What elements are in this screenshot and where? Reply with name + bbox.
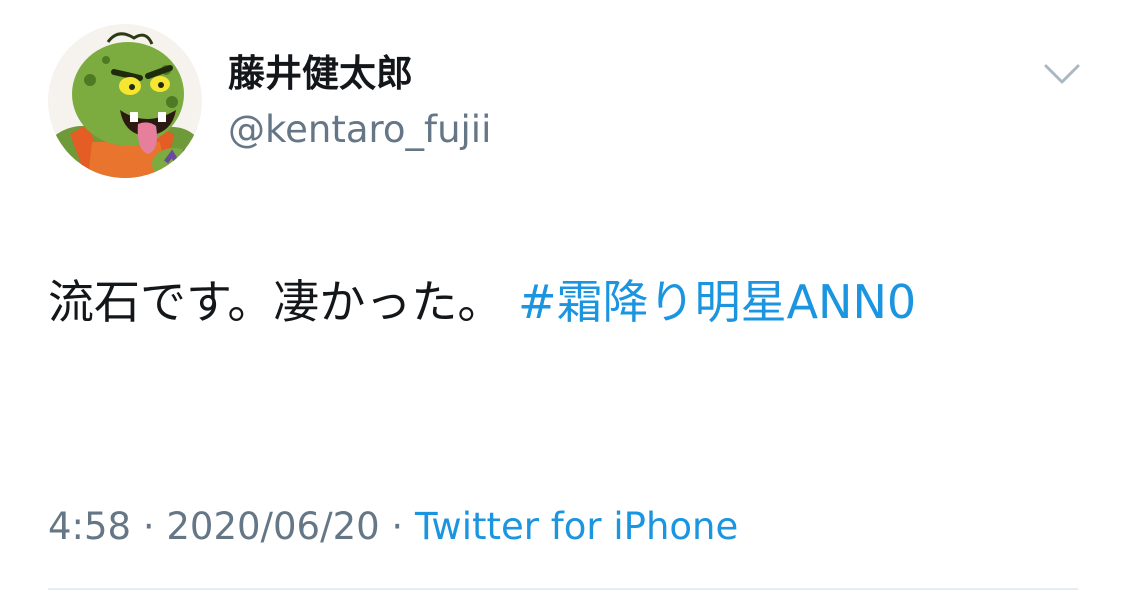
tweet-meta: 4:58 · 2020/06/20 · Twitter for iPhone	[48, 500, 738, 554]
user-handle[interactable]: @kentaro_fujii	[228, 106, 491, 154]
display-name[interactable]: 藤井健太郎	[228, 50, 413, 98]
meta-separator: ·	[142, 505, 155, 548]
hashtag-link[interactable]: #霜降り明星ANN0	[518, 275, 916, 329]
tweet-text: 流石です。凄かった。 #霜降り明星ANN0	[48, 254, 1078, 350]
meta-separator: ·	[391, 505, 404, 548]
tweet-date: 2020/06/20	[166, 505, 380, 548]
chevron-down-icon[interactable]	[1040, 60, 1084, 90]
tweet-body: 流石です。凄かった。	[48, 275, 504, 329]
tweet-time: 4:58	[48, 505, 132, 548]
source-link[interactable]: Twitter for iPhone	[415, 505, 738, 548]
divider	[48, 588, 1078, 590]
ogre-avatar-image	[48, 24, 202, 178]
tweet-card: 藤井健太郎 @kentaro_fujii 流石です。凄かった。 #霜降り明星AN…	[0, 0, 1125, 601]
avatar[interactable]	[48, 24, 202, 178]
